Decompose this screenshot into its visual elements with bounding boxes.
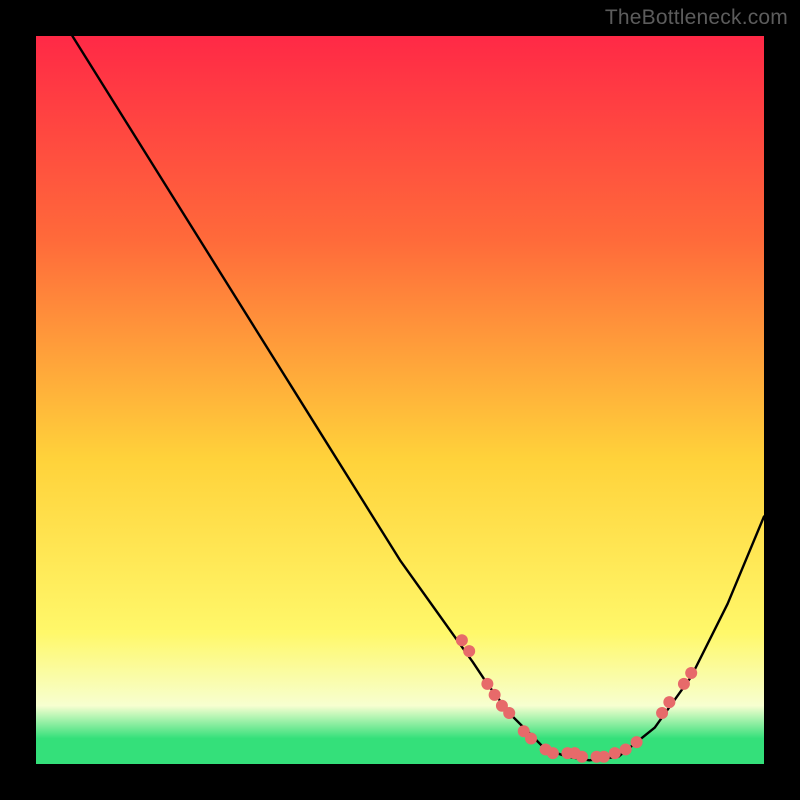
data-marker	[663, 696, 675, 708]
data-marker	[481, 678, 493, 690]
data-marker	[609, 747, 621, 759]
data-marker	[525, 733, 537, 745]
watermark-text: TheBottleneck.com	[605, 6, 788, 30]
data-marker	[503, 707, 515, 719]
data-marker	[678, 678, 690, 690]
plot-area	[36, 36, 764, 764]
data-marker	[631, 736, 643, 748]
data-marker	[489, 689, 501, 701]
data-marker	[456, 634, 468, 646]
data-marker	[576, 751, 588, 763]
data-marker	[620, 743, 632, 755]
chart-frame: TheBottleneck.com	[0, 0, 800, 800]
marker-group	[456, 634, 697, 762]
data-marker	[598, 751, 610, 763]
curve-layer	[36, 36, 764, 764]
data-marker	[463, 645, 475, 657]
data-marker	[685, 667, 697, 679]
bottleneck-curve	[72, 36, 764, 760]
data-marker	[656, 707, 668, 719]
data-marker	[547, 747, 559, 759]
